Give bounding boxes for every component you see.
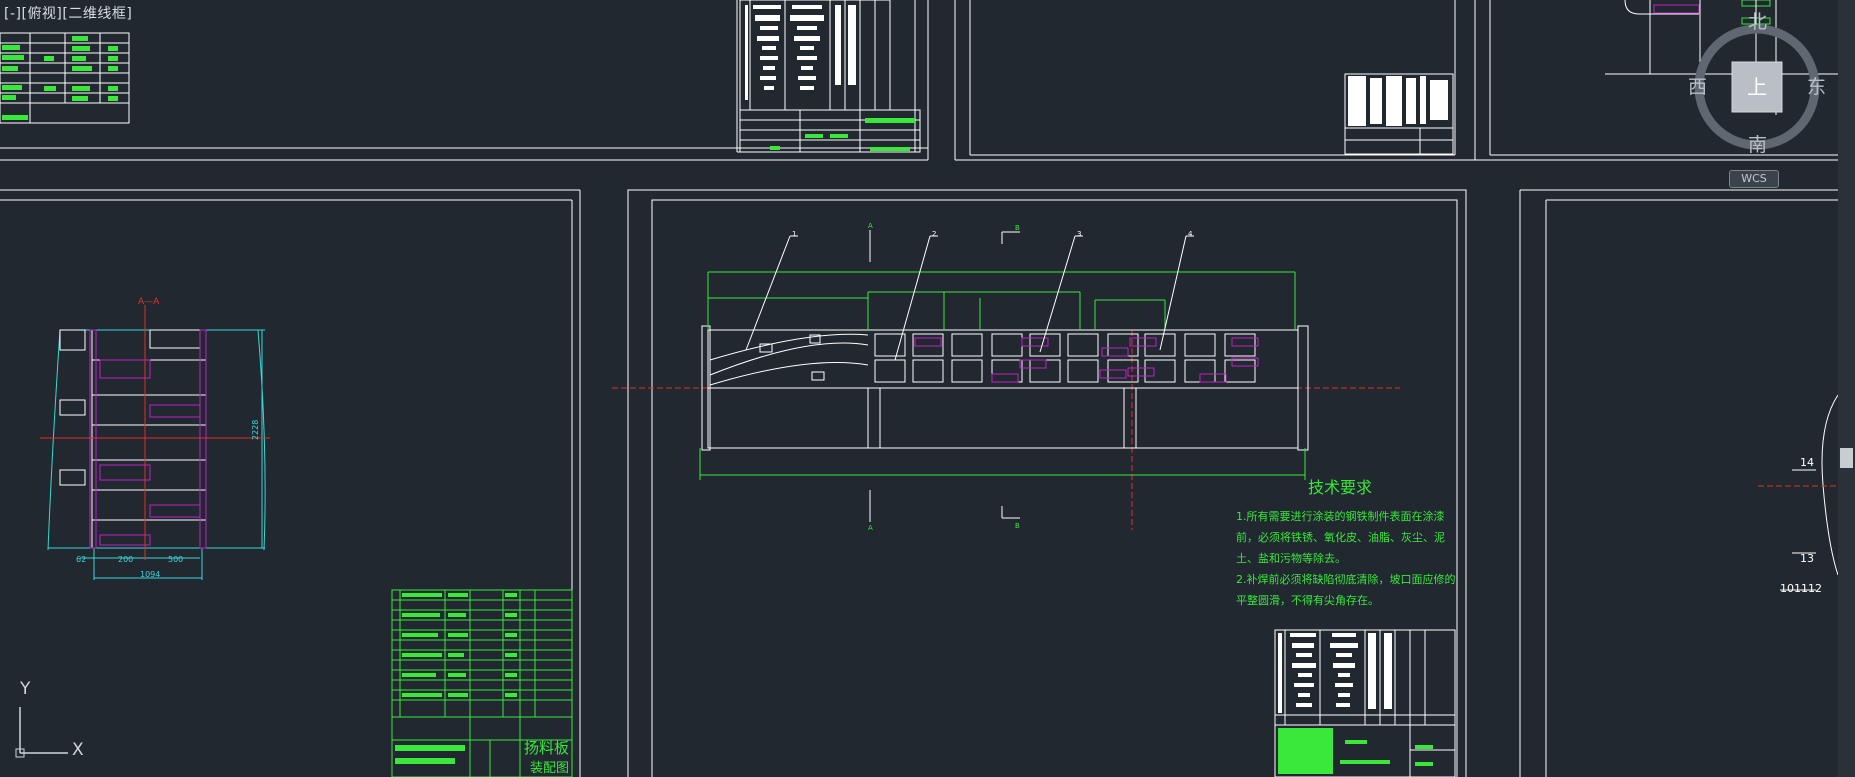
svg-text:B: B	[1015, 522, 1020, 530]
compass-south[interactable]: 南	[1748, 130, 1767, 157]
scrollbar-thumb[interactable]	[1840, 448, 1853, 468]
svg-text:装配图: 装配图	[530, 761, 569, 776]
svg-text:200: 200	[118, 555, 133, 564]
svg-text:平整圆滑，不得有尖角存在。: 平整圆滑，不得有尖角存在。	[1236, 593, 1379, 607]
svg-text:500: 500	[168, 555, 183, 564]
svg-text:2: 2	[932, 230, 936, 238]
svg-text:前，必须将铁锈、氧化皮、油脂、灰尘、泥: 前，必须将铁锈、氧化皮、油脂、灰尘、泥	[1236, 530, 1445, 544]
ucs-x-label: X	[72, 740, 84, 760]
ucs-y-label: Y	[20, 679, 31, 699]
main-section-markers: A A B B	[868, 222, 1020, 532]
svg-text:A: A	[868, 524, 873, 532]
viewcube-face-label[interactable]: 上	[1747, 71, 1767, 100]
right-sheet-frame	[1519, 189, 1839, 777]
main-front-view	[612, 230, 1400, 530]
left-dimensions: 2228 200 500 1094 62	[76, 420, 260, 579]
svg-text:A—A: A—A	[138, 297, 160, 307]
svg-text:1: 1	[792, 230, 796, 238]
svg-text:2.补焊前必须将缺陷彻底清除，坡口面应修的: 2.补焊前必须将缺陷彻底清除，坡口面应修的	[1236, 572, 1456, 586]
main-parts-list	[1274, 629, 1456, 777]
main-balloon-labels: 1 2 3 4	[792, 230, 1193, 238]
right-balloon-labels: 14 13 101112	[1780, 456, 1822, 595]
left-section-label: A—A	[138, 297, 160, 307]
ucs-icon: Y X	[10, 679, 90, 765]
svg-text:1094: 1094	[140, 570, 160, 579]
svg-text:土、盐和污物等除去。: 土、盐和污物等除去。	[1236, 551, 1346, 565]
svg-text:B: B	[1015, 224, 1020, 232]
svg-text:14: 14	[1800, 456, 1814, 469]
svg-text:1.所有需要进行涂装的钢铁制件表面在涂漆: 1.所有需要进行涂装的钢铁制件表面在涂漆	[1236, 509, 1445, 523]
viewcube[interactable]: 上 北 南 西 东	[1688, 11, 1830, 165]
cad-drawing-canvas[interactable]: A—A 2228 200 500 1094 62 扬料板 装配图 1 2 3 4…	[0, 0, 1855, 777]
svg-text:技术要求: 技术要求	[1308, 478, 1372, 497]
left-title-block: 扬料板 装配图	[391, 589, 573, 777]
svg-text:101112: 101112	[1780, 582, 1822, 595]
svg-text:13: 13	[1800, 552, 1814, 565]
vertical-scrollbar[interactable]	[1838, 0, 1855, 777]
compass-east[interactable]: 东	[1807, 72, 1826, 99]
svg-text:扬料板: 扬料板	[524, 739, 569, 757]
svg-text:A: A	[868, 222, 873, 230]
top-left-table-text	[2, 36, 118, 120]
tech-requirements: 技术要求 1.所有需要进行涂装的钢铁制件表面在涂漆 前，必须将铁锈、氧化皮、油脂…	[1236, 478, 1456, 607]
svg-text:62: 62	[76, 555, 86, 564]
left-section-view	[40, 305, 270, 580]
top-left-sheet	[0, 0, 929, 161]
compass-north[interactable]: 北	[1748, 7, 1767, 34]
compass-west[interactable]: 西	[1688, 72, 1707, 99]
top-middle-parts-list	[1348, 76, 1448, 126]
svg-text:3: 3	[1077, 230, 1081, 238]
wcs-menu-button[interactable]: WCS	[1729, 170, 1779, 188]
svg-text:4: 4	[1188, 230, 1193, 238]
svg-text:2228: 2228	[251, 420, 260, 440]
top-left-parts-list	[739, 0, 921, 153]
